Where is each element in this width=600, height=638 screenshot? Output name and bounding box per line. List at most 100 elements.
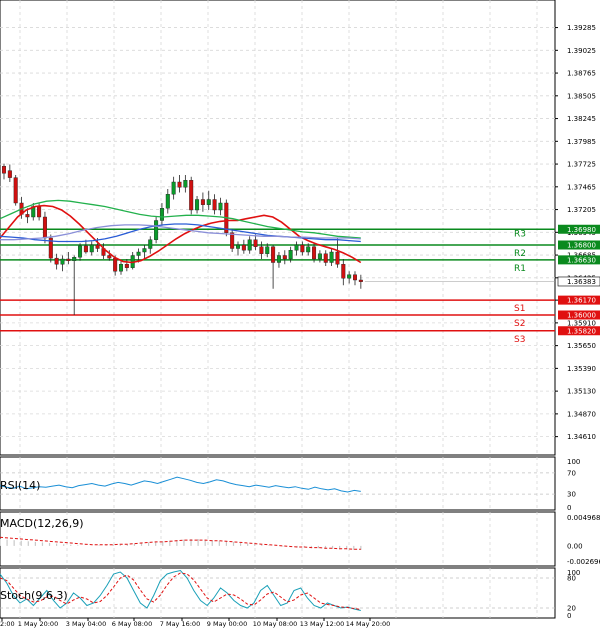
candle-body [347,274,352,279]
x-tick-label: 6 May 08:00 [112,620,152,628]
panel-frame-stoch [0,567,556,619]
candle-body [247,239,252,251]
candle-body [37,206,42,218]
current-price-label: 1.36383 [567,278,596,286]
candle-body [95,244,100,249]
y-tick-label: 1.39285 [567,24,596,32]
y-tick-label: 1.35650 [567,342,596,350]
candle-body [212,199,217,211]
candle-body [183,180,188,188]
rsi-title: RSI(14) [0,479,40,492]
candle-body [253,239,258,247]
candle-body [271,246,276,263]
candle-body [113,257,118,272]
x-tick-label: 9 May 00:00 [207,620,247,628]
x-tick-label: 3 May 04:00 [66,620,106,628]
candle-body [118,264,123,272]
y-tick-label: 1.34610 [567,433,596,441]
stoch-tick-label: 0 [567,612,571,620]
level-label-s3: S3 [514,335,525,345]
macd-tick-label: 0.00 [567,542,583,550]
y-tick-label: 1.37985 [567,138,596,146]
candle-body [195,199,200,211]
candle-body [72,257,77,261]
level-label-s1: S1 [514,304,525,314]
rsi-tick-label: 30 [567,491,576,499]
x-tick-label: 1 May 20:00 [18,620,58,628]
stoch-title: Stoch(9,6,3) [0,589,68,602]
macd-title: MACD(12,26,9) [0,517,84,530]
level-label-s2: S2 [514,319,525,329]
y-tick-label: 1.34870 [567,410,596,418]
stoch-tick-label: 80 [567,575,576,583]
x-tick-label: 10 May 08:00 [253,620,298,628]
candle-body [218,202,223,211]
y-tick-label: 1.38505 [567,92,596,100]
candle-body [83,245,88,253]
y-tick-label: 1.38245 [567,115,596,123]
candle-body [66,258,71,261]
candle-body [177,181,182,188]
candle-body [42,216,47,239]
candle-body [353,274,358,281]
x-tick-label: 7 May 16:00 [160,620,200,628]
candle-body [189,180,194,211]
x-tick-label: 2:00 [0,620,15,628]
candle-body [154,220,159,240]
candle-body [282,255,287,260]
candle-body [294,244,299,251]
candle-body [259,246,264,254]
candle-body [265,246,270,254]
macd-tick-label: 0.004968 [567,514,600,522]
chart-svg: 1.39285 1.39025 1.38765 1.38505 1.38245 1.379… [0,0,600,628]
candle-body [25,214,30,218]
candle-body [78,245,83,258]
candle-body [159,208,164,221]
candle-body [2,166,6,174]
candle-body [7,170,12,178]
candle-body [300,244,305,253]
candle-body [288,250,293,260]
candle-body [276,255,281,263]
candle-body [241,244,246,251]
candle-body [358,279,363,282]
candle-body [13,177,18,204]
y-tick-label: 1.35910 [567,319,596,327]
level-label-r1: R1 [514,264,526,274]
y-tick-label: 1.37465 [567,183,596,191]
macd-tick-label: -0.002696 [567,558,600,566]
panel-frame-rsi [0,456,556,511]
level-price-label-s3: 1.35820 [567,327,596,335]
candle-body [312,246,317,260]
candle-body [317,253,322,260]
level-price-label-r2: 1.36800 [567,242,596,250]
y-tick-label: 1.37725 [567,161,596,169]
candle-body [235,244,240,249]
rsi-tick-label: 100 [567,458,580,466]
y-tick-label: 1.38765 [567,70,596,78]
x-tick-label: 13 May 12:00 [300,620,345,628]
y-tick-label: 1.35130 [567,388,596,396]
level-price-label-s2: 1.36000 [567,312,596,320]
candle-body [171,181,176,195]
candle-body [323,253,328,263]
candle-body [89,244,94,253]
level-price-label-r1: 1.36630 [567,256,596,264]
candle-body [165,194,170,209]
chart-root: 1.39285 1.39025 1.38765 1.38505 1.38245 1.379… [0,0,600,634]
level-price-label-s1: 1.36170 [567,297,596,305]
candle-body [206,199,211,205]
candle-body [306,246,311,253]
candle-body [341,264,346,279]
candle-body [230,232,235,249]
candle-body [148,239,153,249]
y-tick-label: 1.39025 [567,47,596,55]
candle-body [329,251,334,263]
level-label-r2: R2 [514,249,526,259]
y-tick-label: 1.35390 [567,365,596,373]
candle-body [200,199,205,205]
candle-body [142,248,147,253]
level-price-label-r3: 1.36980 [567,226,596,234]
candle-body [335,251,340,265]
candle-body [124,264,129,268]
